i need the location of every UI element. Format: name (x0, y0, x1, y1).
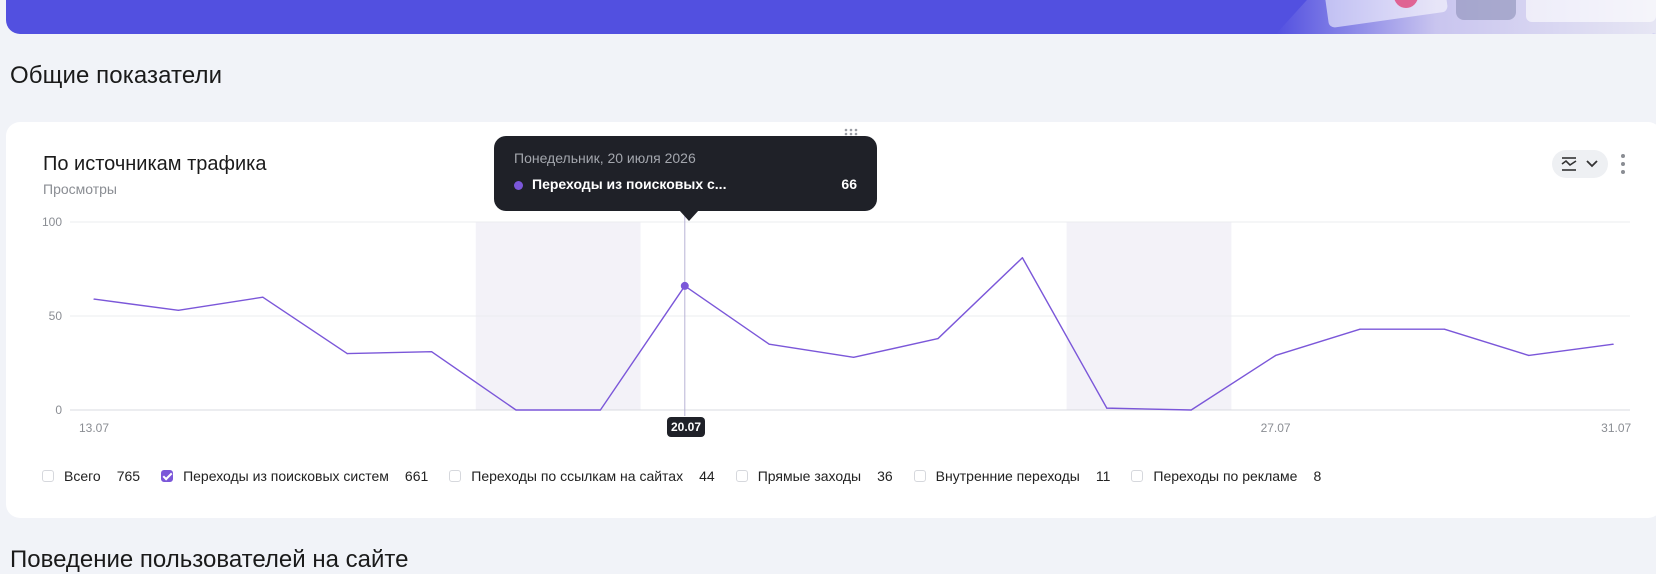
legend-value: 661 (404, 468, 429, 484)
traffic-line-chart[interactable]: 0 50 100 13.07 27.07 31.07 (0, 200, 1656, 435)
legend-label: Переходы из поисковых систем (183, 468, 389, 484)
x-tick-label: 13.07 (79, 421, 109, 435)
data-point (93, 298, 95, 300)
data-point (431, 351, 433, 353)
data-point (515, 409, 517, 411)
legend-checkbox[interactable] (735, 470, 748, 482)
series-line (93, 257, 1614, 411)
next-section-title: Поведение пользователей на сайте (10, 546, 409, 573)
card-title: По источникам трафика (43, 153, 267, 175)
legend-value: 8 (1313, 468, 1322, 484)
data-point (262, 296, 264, 298)
legend-label: Переходы по рекламе (1153, 468, 1298, 484)
data-point (599, 409, 602, 411)
data-point (1021, 257, 1024, 259)
legend-checkbox[interactable] (1131, 470, 1144, 482)
legend-item-ads[interactable]: Переходы по рекламе 8 (1131, 468, 1321, 484)
y-tick-label: 0 (55, 403, 62, 417)
data-point (1190, 409, 1192, 411)
legend-checkbox[interactable] (913, 470, 926, 482)
tooltip-date: Понедельник, 20 июля 2026 (514, 150, 696, 166)
tooltip-value: 66 (841, 176, 857, 192)
legend-label: Переходы по ссылкам на сайтах (471, 468, 684, 484)
chart-type-button[interactable] (1552, 150, 1608, 178)
y-tick-label: 100 (42, 215, 62, 229)
data-point (768, 343, 770, 345)
card-subtitle: Просмотры (43, 181, 117, 197)
chevron-down-icon (1586, 160, 1598, 168)
data-point (853, 356, 855, 358)
section-title: Общие показатели (10, 62, 223, 89)
legend-label: Всего (64, 468, 101, 484)
promo-banner[interactable] (6, 0, 1656, 34)
x-tick-label: 27.07 (1261, 421, 1291, 435)
data-point (1528, 354, 1530, 357)
data-point (1359, 328, 1361, 330)
tooltip-arrow (679, 210, 699, 221)
data-point (937, 337, 939, 340)
tooltip-series-name: Переходы из поисковых с... (532, 176, 727, 192)
legend-label: Внутренние переходы (935, 468, 1080, 484)
legend-item-total[interactable]: Всего 765 (42, 468, 140, 484)
legend-item-direct[interactable]: Прямые заходы 36 (735, 468, 893, 484)
drag-handle-icon[interactable] (844, 128, 858, 136)
legend-value: 765 (116, 468, 141, 484)
tooltip-series-dot (514, 181, 523, 190)
legend-checkbox[interactable] (449, 470, 462, 482)
x-tick-label: 31.07 (1601, 421, 1631, 435)
banner-illustration (1276, 0, 1656, 34)
y-tick-label: 50 (49, 309, 63, 323)
data-point (1106, 407, 1108, 409)
data-point (1443, 328, 1445, 330)
legend-item-links[interactable]: Переходы по ссылкам на сайтах 44 (449, 468, 715, 484)
legend-value: 36 (877, 468, 893, 484)
selected-date-label: 20.07 (667, 417, 705, 437)
legend-item-internal[interactable]: Внутренние переходы 11 (913, 468, 1111, 484)
legend-checkbox[interactable] (42, 470, 54, 482)
line-chart-icon (1561, 157, 1577, 171)
legend-value: 11 (1095, 468, 1111, 484)
legend-label: Прямые заходы (757, 468, 862, 484)
data-point (1275, 354, 1277, 357)
chart-legend: Всего 765 Переходы из поисковых систем 6… (42, 466, 1342, 486)
chart-tooltip: Понедельник, 20 июля 2026 Переходы из по… (494, 136, 877, 211)
legend-value: 44 (699, 468, 715, 484)
data-point-highlight (680, 281, 689, 290)
legend-checkbox[interactable] (161, 470, 174, 482)
data-point (177, 309, 179, 311)
more-vertical-icon[interactable] (1616, 150, 1630, 178)
data-point (1612, 343, 1614, 345)
data-point (346, 353, 348, 355)
legend-item-search[interactable]: Переходы из поисковых систем 661 (161, 468, 428, 484)
